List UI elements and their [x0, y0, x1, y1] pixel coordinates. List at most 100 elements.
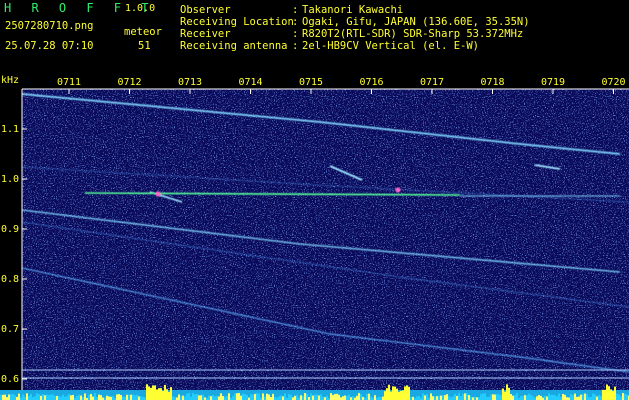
level-bar — [112, 395, 114, 400]
level-bar — [558, 393, 560, 400]
level-bar — [148, 386, 150, 400]
level-bar — [58, 395, 60, 400]
level-bar — [186, 393, 188, 400]
x-tick-label: 0714 — [239, 77, 263, 88]
location-label: Receiving Location — [180, 16, 294, 28]
x-tick-label: 0711 — [57, 77, 81, 88]
level-bar — [612, 391, 614, 400]
level-bar — [224, 396, 226, 400]
level-bar — [168, 391, 170, 400]
level-bar — [136, 394, 138, 400]
level-bar — [164, 384, 166, 400]
level-bar — [424, 395, 426, 400]
level-bar — [22, 394, 24, 400]
level-bar — [330, 393, 332, 400]
level-bar — [438, 395, 440, 400]
observer-separator: : — [292, 4, 299, 16]
level-bar — [528, 393, 530, 400]
level-bar — [452, 396, 454, 400]
level-bar — [480, 394, 482, 400]
meteor-label: meteor — [124, 26, 162, 38]
level-bar — [106, 395, 108, 400]
level-bar — [88, 394, 90, 400]
level-bar — [54, 396, 56, 400]
level-bar — [252, 394, 254, 400]
level-bar — [390, 391, 392, 400]
level-bar — [468, 395, 470, 400]
level-bar — [34, 396, 36, 400]
level-bar — [404, 386, 406, 400]
level-bar — [296, 394, 298, 400]
meteor-echo-1 — [155, 191, 161, 197]
level-bar — [522, 396, 524, 400]
level-bar — [302, 395, 304, 400]
level-bar — [490, 394, 492, 400]
level-bar — [50, 394, 52, 400]
x-tick-label: 0713 — [178, 77, 202, 88]
level-bar — [498, 394, 500, 400]
level-bar — [4, 394, 6, 400]
level-bar — [14, 395, 16, 400]
level-bar — [408, 386, 410, 400]
level-bar — [108, 396, 110, 400]
level-bar — [152, 385, 154, 400]
level-bar — [544, 395, 546, 400]
app-version: 1.0.0 — [125, 3, 156, 14]
level-bar — [430, 393, 432, 400]
level-bar — [550, 394, 552, 400]
level-bar — [84, 393, 86, 400]
meteor-count: 51 — [138, 40, 151, 52]
spectrogram-noise — [22, 89, 629, 400]
level-bar — [280, 395, 282, 400]
level-bar — [538, 395, 540, 400]
level-bar — [100, 395, 102, 400]
level-bar — [42, 393, 44, 400]
y-tick-label: 0.6 — [1, 374, 19, 385]
level-bar — [316, 394, 318, 400]
level-bar — [146, 384, 148, 400]
level-bar — [310, 393, 312, 400]
level-bar — [510, 394, 512, 400]
level-bar — [56, 395, 58, 400]
level-bar — [202, 394, 204, 400]
level-bar — [312, 395, 314, 400]
header-panel: H R O F F T 1.0.0 2507280710.png 25.07.2… — [0, 0, 629, 72]
level-bar — [138, 396, 140, 400]
level-bar — [118, 394, 120, 400]
level-bar — [258, 393, 260, 400]
level-bar — [442, 395, 444, 400]
level-bar — [234, 393, 236, 400]
level-bar — [210, 396, 212, 400]
level-bar — [126, 394, 128, 400]
level-bar — [556, 396, 558, 400]
level-bar — [250, 394, 252, 400]
level-bar — [402, 390, 404, 400]
level-bar — [64, 396, 66, 400]
level-bar — [434, 396, 436, 400]
location-value: Ogaki, Gifu, JAPAN (136.60E, 35.35N) — [302, 16, 530, 28]
level-bar — [388, 384, 390, 400]
level-bar — [394, 386, 396, 400]
level-bar — [418, 395, 420, 400]
level-bar — [440, 395, 442, 400]
level-bar — [398, 391, 400, 400]
level-bar — [548, 393, 550, 400]
level-bar — [162, 390, 164, 400]
level-bar — [578, 396, 580, 400]
level-bar — [184, 396, 186, 400]
level-bar — [382, 396, 384, 400]
level-bar — [514, 395, 516, 400]
level-bar — [586, 394, 588, 400]
level-bar — [254, 393, 256, 400]
level-bar — [214, 396, 216, 400]
level-bar — [196, 393, 198, 400]
level-bar — [334, 394, 336, 400]
level-bar — [462, 393, 464, 400]
level-bar — [454, 393, 456, 400]
level-bar — [40, 395, 42, 400]
y-tick-label: 0.9 — [1, 224, 19, 235]
timestamp: 25.07.28 07:10 — [5, 40, 94, 52]
level-bar — [348, 394, 350, 400]
level-bar — [18, 393, 20, 400]
level-bar — [416, 396, 418, 400]
